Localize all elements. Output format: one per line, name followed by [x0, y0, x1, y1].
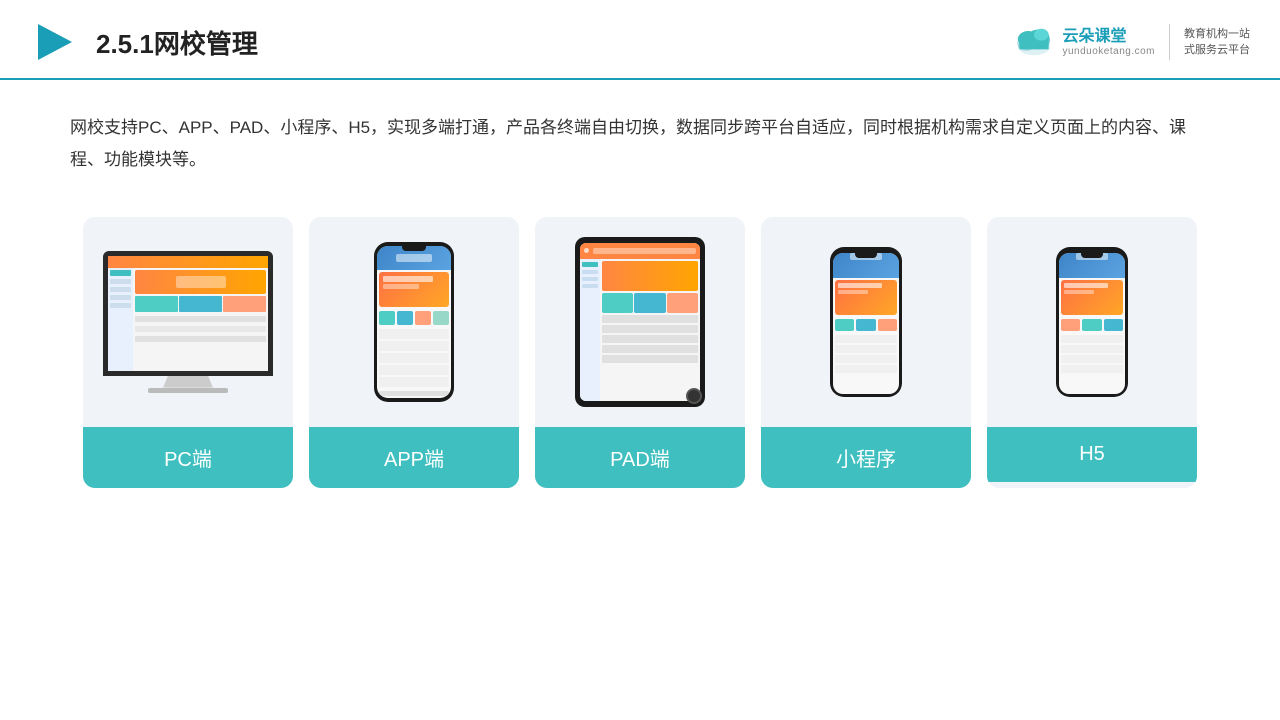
phone-mockup-h5	[1056, 247, 1128, 397]
brand-divider	[1169, 24, 1170, 60]
card-app: APP端	[309, 217, 519, 488]
cloud-icon	[1012, 24, 1056, 60]
brand-logo: 云朵课堂 yunduoketang.com 教育机构一站 式服务云平台	[1012, 24, 1250, 60]
phone-mockup-mini	[830, 247, 902, 397]
brand-name: 云朵课堂	[1062, 27, 1126, 46]
page-title: 2.5.1网校管理	[96, 24, 258, 61]
brand-slogan: 教育机构一站 式服务云平台	[1184, 26, 1250, 59]
card-app-label: APP端	[309, 427, 519, 488]
card-h5-image	[987, 217, 1197, 427]
card-pad-image	[535, 217, 745, 427]
card-h5: H5	[987, 217, 1197, 488]
pc-mockup	[103, 251, 273, 393]
card-miniprogram-image	[761, 217, 971, 427]
logo-arrow-icon	[30, 18, 78, 66]
card-pad: PAD端	[535, 217, 745, 488]
description-text: 网校支持PC、APP、PAD、小程序、H5，实现多端打通，产品各终端自由切换，数…	[0, 80, 1280, 197]
tablet-mockup	[575, 237, 705, 407]
header: 2.5.1网校管理 云朵课堂 yunduoketang.com 教育机构一站 式…	[0, 0, 1280, 80]
cards-container: PC端	[0, 197, 1280, 508]
card-pc: PC端	[83, 217, 293, 488]
card-miniprogram-label: 小程序	[761, 427, 971, 488]
card-miniprogram: 小程序	[761, 217, 971, 488]
card-h5-label: H5	[987, 427, 1197, 482]
monitor-screen	[108, 256, 268, 371]
brand-url: yunduoketang.com	[1062, 46, 1155, 57]
phone-mockup-app	[374, 242, 454, 402]
card-pc-label: PC端	[83, 427, 293, 488]
card-app-image	[309, 217, 519, 427]
monitor-frame	[103, 251, 273, 376]
brand-text: 云朵课堂 yunduoketang.com	[1062, 27, 1155, 57]
card-pad-label: PAD端	[535, 427, 745, 488]
card-pc-image	[83, 217, 293, 427]
header-left: 2.5.1网校管理	[30, 18, 258, 66]
